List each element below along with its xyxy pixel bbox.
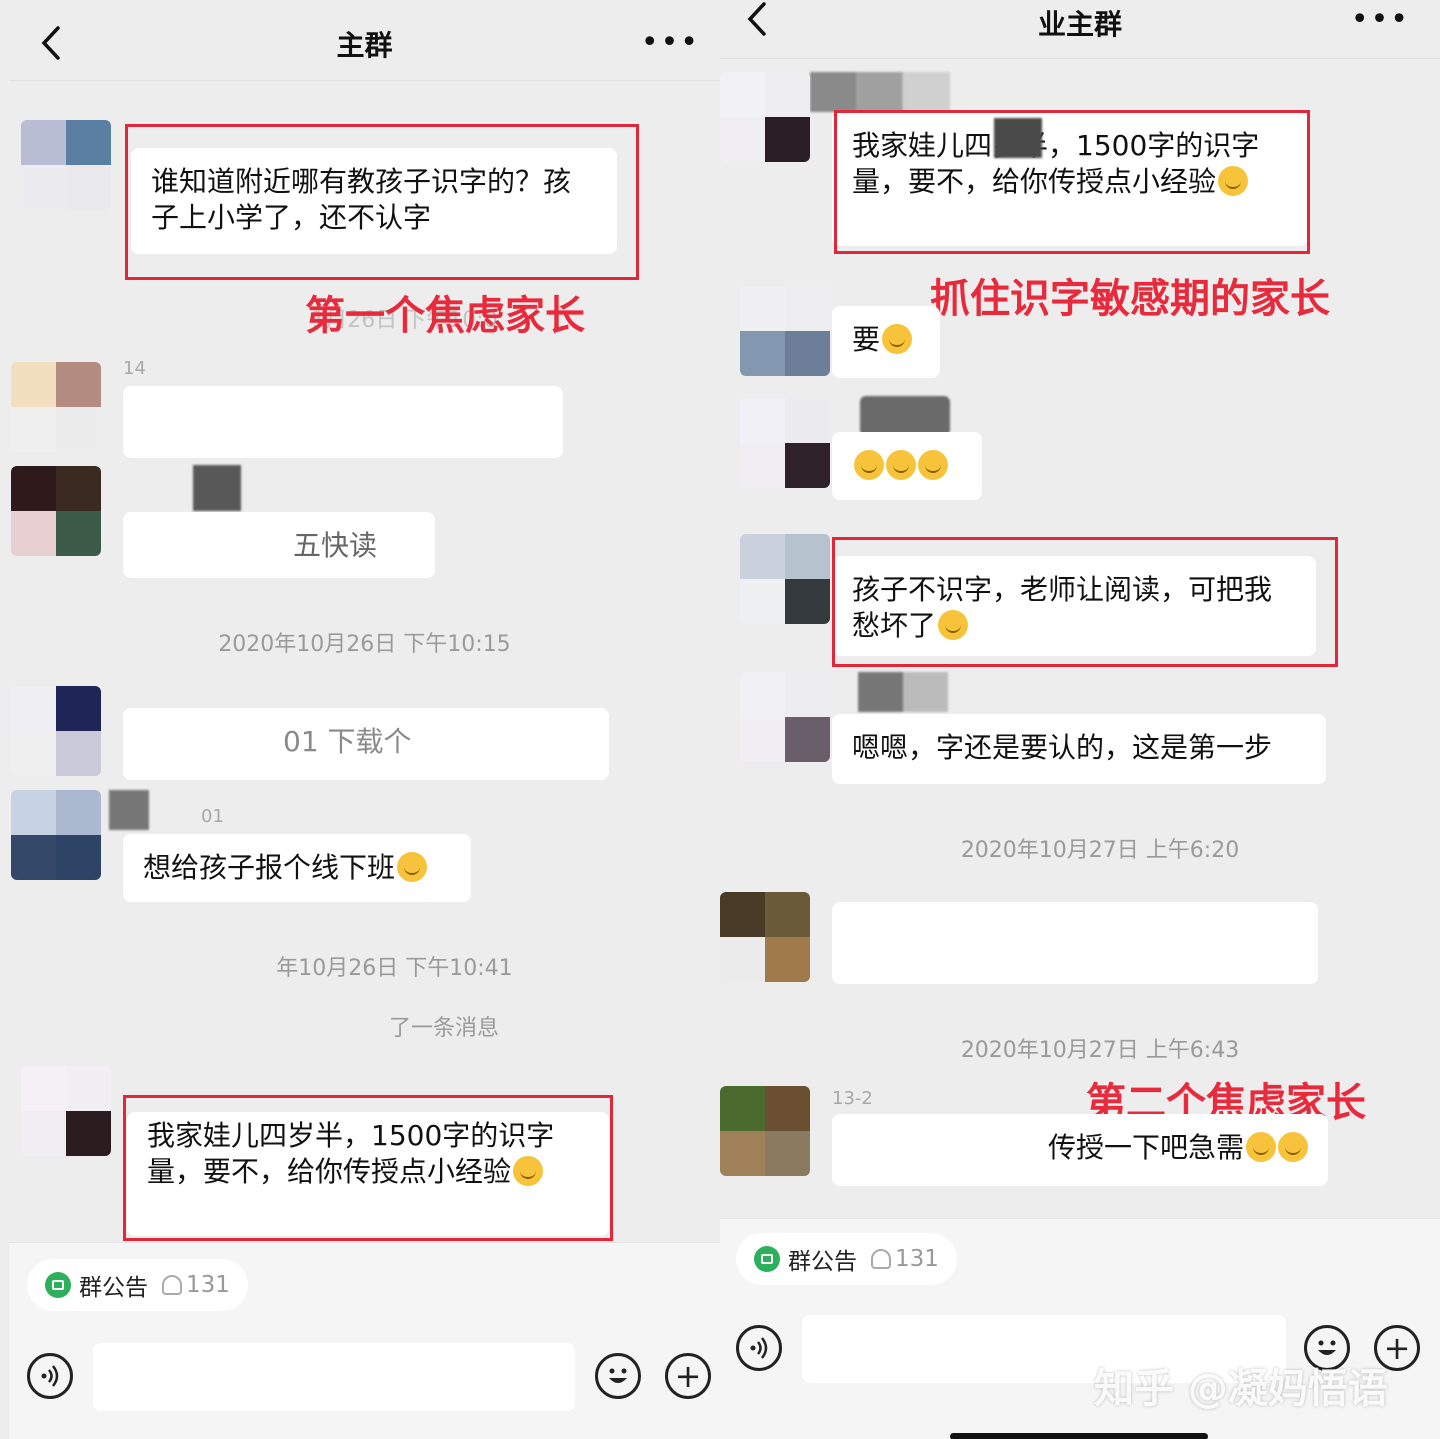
message-bubble[interactable]: 五快读 <box>123 512 435 578</box>
message-bubble[interactable]: 要 <box>832 306 940 378</box>
sender-name: 01 <box>201 806 224 827</box>
message-bubble[interactable]: 想给孩子报个线下班 <box>123 834 471 902</box>
message-text: 想给孩子报个线下班 <box>143 851 396 884</box>
left-chat-screen: 主群 ••• 谁知道附近哪有教孩子识字的？孩子上小学了，还不认字 1月26日 下… <box>9 0 720 1439</box>
message-text-fragment: 01 下载个 <box>283 725 412 758</box>
avatar[interactable] <box>11 686 101 776</box>
message-text: 要 <box>852 323 881 356</box>
avatar[interactable] <box>740 672 830 762</box>
message-input[interactable] <box>93 1343 575 1411</box>
avatar[interactable] <box>740 286 830 376</box>
input-area: 群公告 131 + <box>9 1242 720 1439</box>
avatar[interactable] <box>21 1066 111 1156</box>
avatar[interactable] <box>11 466 101 556</box>
laugh-cry-emoji-icon <box>854 450 884 480</box>
group-notice-chip[interactable]: 群公告 131 <box>736 1233 957 1285</box>
notice-icon <box>754 1246 780 1272</box>
message-bubble[interactable]: 传授一下吧急需 <box>832 1114 1328 1186</box>
more-options-icon[interactable]: ••• <box>641 25 700 60</box>
avatar[interactable] <box>11 362 101 452</box>
blurred-message-bubble[interactable] <box>832 902 1318 984</box>
member-count-value: 131 <box>186 1272 230 1298</box>
highlight-box <box>834 110 1310 254</box>
person-icon <box>162 1275 182 1295</box>
avatar[interactable] <box>21 120 111 210</box>
sender-name: 14 <box>123 358 146 379</box>
group-notice-chip[interactable]: 群公告 131 <box>27 1259 248 1311</box>
grin-emoji-icon <box>882 324 913 354</box>
annotation-sensitive-period-parent: 抓住识字敏感期的家长 <box>930 276 1330 322</box>
more-options-icon[interactable]: ••• <box>1351 2 1410 37</box>
message-bubble[interactable]: 嗯嗯，字还是要认的，这是第一步 <box>832 714 1326 784</box>
right-chat-screen: 业主群 ••• 我家娃儿四岁半，1500字的识字量，要不，给你传授点小经验 抓住… <box>720 0 1440 1439</box>
message-text-fragment: 五快读 <box>293 529 378 562</box>
highlight-box <box>125 124 639 280</box>
highlight-box <box>832 537 1338 667</box>
annotation-first-anxious-parent: 第一个焦虑家长 <box>305 293 585 339</box>
pixelated-name <box>860 396 950 436</box>
pixelated-name <box>193 465 241 511</box>
timestamp: 年10月26日 下午10:41 <box>276 956 513 981</box>
smile-emoji-icon <box>1278 1132 1308 1162</box>
timestamp: 2020年10月26日 下午10:15 <box>218 632 511 657</box>
avatar[interactable] <box>720 1086 810 1176</box>
group-title: 主群 <box>336 29 393 62</box>
chat-header: 主群 ••• <box>9 0 720 81</box>
pixelated-name <box>109 790 149 830</box>
smile-emoji-icon <box>1246 1132 1276 1162</box>
avatar[interactable] <box>740 534 830 624</box>
laugh-cry-emoji-icon <box>886 450 916 480</box>
pixelated-name <box>858 672 948 712</box>
group-title: 业主群 <box>1037 8 1122 41</box>
member-count: 131 <box>871 1246 939 1272</box>
avatar[interactable] <box>11 790 101 880</box>
watermark: 知乎 @凝妈悟语 <box>1094 1366 1388 1412</box>
avatar[interactable] <box>720 72 810 162</box>
voice-icon[interactable] <box>736 1325 782 1371</box>
notice-label: 群公告 <box>79 1275 148 1301</box>
system-notice: 了一条消息 <box>389 1016 500 1041</box>
member-count: 131 <box>162 1272 230 1298</box>
pixelated-name <box>810 72 950 112</box>
sender-name: 13-2 <box>832 1088 873 1109</box>
person-icon <box>871 1249 891 1269</box>
plus-icon[interactable]: + <box>665 1353 711 1399</box>
message-bubble[interactable]: 01 下载个 <box>123 708 609 780</box>
notice-icon <box>45 1272 71 1298</box>
avatar[interactable] <box>740 398 830 488</box>
blurred-message-bubble[interactable] <box>123 386 563 458</box>
member-count-value: 131 <box>895 1246 939 1272</box>
voice-icon[interactable] <box>27 1353 73 1399</box>
notice-label: 群公告 <box>788 1249 857 1275</box>
smile-emoji-icon <box>397 852 428 882</box>
message-bubble[interactable] <box>832 432 982 500</box>
avatar[interactable] <box>720 892 810 982</box>
highlight-box <box>123 1095 613 1241</box>
message-text: 传授一下吧急需 <box>1047 1131 1244 1164</box>
laugh-cry-emoji-icon <box>918 450 948 480</box>
timestamp: 2020年10月27日 上午6:20 <box>960 838 1240 863</box>
emoji-icon[interactable] <box>595 1353 641 1399</box>
home-indicator <box>950 1433 1208 1439</box>
chat-header: 业主群 ••• <box>720 0 1440 59</box>
timestamp: 2020年10月27日 上午6:43 <box>960 1038 1240 1063</box>
